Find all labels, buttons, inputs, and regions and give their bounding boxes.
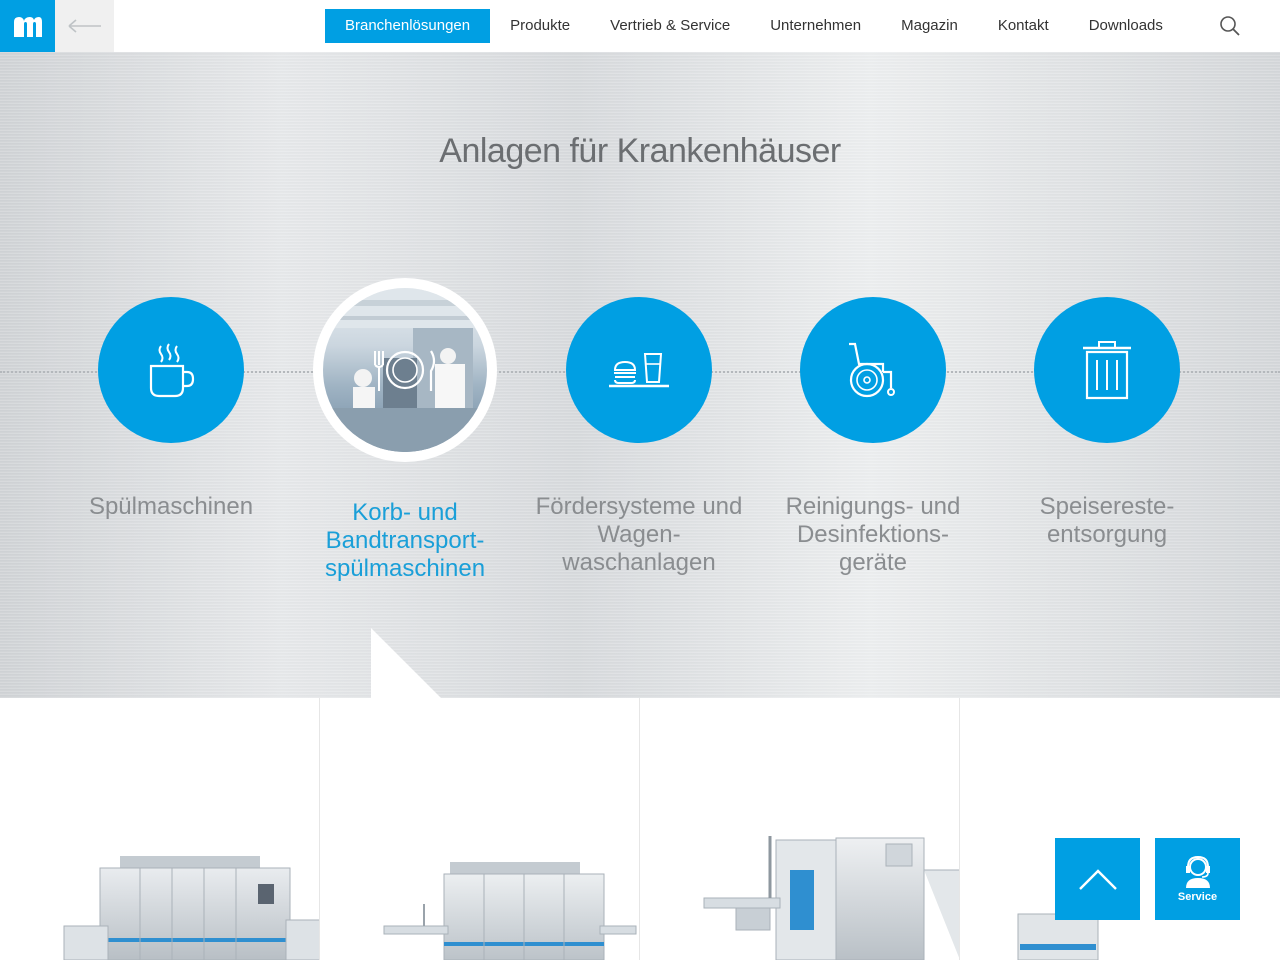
category-korb-bandtransport[interactable]: Korb- und Bandtransport-spülmaschinen bbox=[288, 278, 522, 583]
back-button[interactable] bbox=[55, 0, 114, 52]
nav-item-vertrieb-service[interactable]: Vertrieb & Service bbox=[590, 9, 750, 43]
nav-item-produkte[interactable]: Produkte bbox=[490, 9, 590, 43]
category-circle bbox=[800, 297, 946, 443]
site-header: Branchenlösungen Produkte Vertrieb & Ser… bbox=[0, 0, 1280, 52]
band-transport-dishwasher-image bbox=[383, 862, 637, 960]
kitchen-photo bbox=[323, 288, 487, 452]
category-spuelmaschinen[interactable]: Spülmaschinen bbox=[54, 297, 288, 521]
service-button[interactable]: Service bbox=[1155, 838, 1240, 920]
active-category-pointer bbox=[371, 628, 441, 698]
nav-item-unternehmen[interactable]: Unternehmen bbox=[750, 9, 881, 43]
scroll-to-top-button[interactable] bbox=[1055, 838, 1140, 920]
trash-can-icon bbox=[1083, 341, 1131, 400]
nav-item-downloads[interactable]: Downloads bbox=[1069, 9, 1183, 43]
main-nav: Branchenlösungen Produkte Vertrieb & Ser… bbox=[325, 9, 1183, 43]
hero-section: Anlagen für Krankenhäuser Spülmaschinen bbox=[0, 52, 1280, 698]
product-card[interactable] bbox=[960, 698, 1280, 960]
category-reinigungs-desinfektionsgeraete[interactable]: Reinigungs- und Desinfektions-geräte bbox=[756, 297, 990, 577]
conveyor-dishwasher-image bbox=[63, 856, 320, 960]
chevron-up-icon bbox=[1078, 869, 1117, 890]
category-circle bbox=[566, 297, 712, 443]
category-photo-ring bbox=[313, 278, 497, 462]
category-label: Korb- und Bandtransport-spülmaschinen bbox=[324, 499, 486, 582]
logo[interactable] bbox=[0, 0, 55, 52]
product-card[interactable] bbox=[640, 698, 961, 960]
coffee-cup-icon bbox=[149, 343, 195, 398]
category-circle bbox=[1034, 297, 1180, 443]
product-card[interactable] bbox=[0, 698, 321, 960]
page-title: Anlagen für Krankenhäuser bbox=[439, 132, 841, 170]
category-label: Reinigungs- und Desinfektions-geräte bbox=[785, 493, 961, 576]
nav-item-kontakt[interactable]: Kontakt bbox=[978, 9, 1069, 43]
headset-agent-icon bbox=[1185, 855, 1210, 888]
product-grid bbox=[0, 698, 1280, 960]
arrow-left-icon bbox=[67, 19, 101, 33]
search-button[interactable] bbox=[1218, 14, 1242, 38]
wheelchair-icon bbox=[849, 342, 895, 398]
hood-dishwasher-image bbox=[703, 836, 960, 960]
service-label: Service bbox=[1177, 891, 1218, 903]
category-speisereste-entsorgung[interactable]: Speisereste-entsorgung bbox=[990, 297, 1224, 549]
logo-m-icon bbox=[13, 17, 42, 37]
category-label: Fördersysteme und Wagen-waschanlagen bbox=[535, 493, 743, 576]
rack-dishwasher-image bbox=[1017, 878, 1099, 960]
category-foerdersysteme[interactable]: Fördersysteme und Wagen-waschanlagen bbox=[522, 297, 756, 577]
category-label: Spülmaschinen bbox=[88, 493, 254, 520]
nav-item-magazin[interactable]: Magazin bbox=[881, 9, 978, 43]
search-icon bbox=[1220, 16, 1240, 36]
nav-item-branchenloesungen[interactable]: Branchenlösungen bbox=[325, 9, 491, 43]
product-card[interactable] bbox=[320, 698, 641, 960]
category-label: Speisereste-entsorgung bbox=[1039, 493, 1175, 548]
plate-cutlery-icon bbox=[374, 350, 436, 391]
tray-burger-glass-icon bbox=[609, 353, 669, 388]
category-circle bbox=[98, 297, 244, 443]
